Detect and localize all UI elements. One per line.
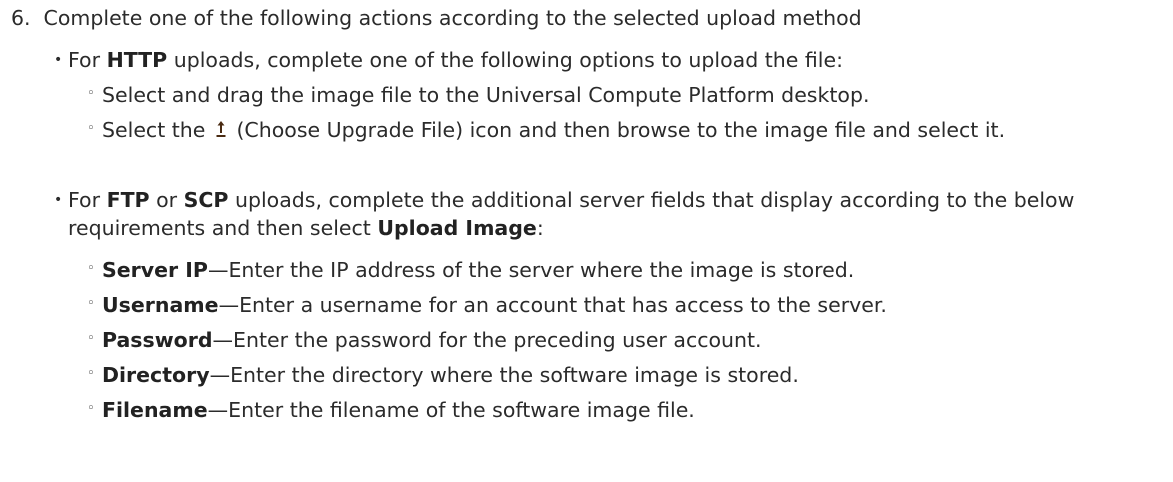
http-option-drag-text: Select and drag the image file to the Un…: [102, 83, 870, 107]
field-name: Server IP: [102, 258, 208, 282]
http-text: uploads, complete one of the following o…: [167, 48, 844, 72]
http-option-drag: ◦ Select and drag the image file to the …: [87, 81, 870, 109]
ftp-end: :: [536, 216, 544, 240]
field-name: Username: [102, 293, 219, 317]
sub-bullet-mark: ◦: [87, 121, 95, 136]
http-label: HTTP: [106, 48, 168, 72]
field-desc: —Enter the password for the preceding us…: [212, 328, 762, 352]
upload-image-label: Upload Image: [377, 216, 537, 240]
field-filename: ◦ Filename—Enter the filename of the sof…: [87, 396, 695, 424]
http-prefix: For: [68, 48, 107, 72]
field-username: ◦ Username—Enter a username for an accou…: [87, 291, 887, 319]
ftp-prefix: For: [68, 188, 107, 212]
field-desc: —Enter the IP address of the server wher…: [207, 258, 855, 282]
field-desc: —Enter the filename of the software imag…: [207, 398, 695, 422]
upload-arrow-icon: [214, 118, 228, 138]
field-name: Directory: [102, 363, 210, 387]
sub-bullet-mark: ◦: [87, 366, 95, 381]
sub-bullet-mark: ◦: [87, 331, 95, 346]
sub-bullet-mark: ◦: [87, 401, 95, 416]
choose-text-before: Select the: [102, 118, 212, 142]
sub-bullet-mark: ◦: [87, 86, 95, 101]
step-number: 6.: [11, 6, 31, 30]
sub-bullet-mark: ◦: [87, 261, 95, 276]
ftp-scp-bullet: • For FTP or SCP uploads, complete the a…: [54, 186, 1128, 242]
field-server-ip: ◦ Server IP—Enter the IP address of the …: [87, 256, 855, 284]
http-bullet: • For HTTP uploads, complete one of the …: [54, 46, 844, 74]
field-password: ◦ Password—Enter the password for the pr…: [87, 326, 762, 354]
bullet-mark: •: [54, 52, 63, 68]
step-6: 6. Complete one of the following actions…: [11, 4, 862, 32]
ftp-or: or: [149, 188, 184, 212]
field-desc: —Enter the directory where the software …: [209, 363, 799, 387]
field-desc: —Enter a username for an account that ha…: [218, 293, 887, 317]
ftp-label: FTP: [106, 188, 150, 212]
http-option-choose: ◦ Select the (Choose Upgrade File) icon …: [87, 116, 1157, 144]
document-body: 6. Complete one of the following actions…: [0, 0, 1173, 482]
scp-label: SCP: [183, 188, 229, 212]
field-name: Filename: [102, 398, 208, 422]
step-text: Complete one of the following actions ac…: [43, 6, 862, 30]
field-directory: ◦ Directory—Enter the directory where th…: [87, 361, 799, 389]
choose-text-after: (Choose Upgrade File) icon and then brow…: [229, 118, 1006, 142]
field-name: Password: [102, 328, 213, 352]
sub-bullet-mark: ◦: [87, 296, 95, 311]
bullet-mark: •: [54, 192, 63, 208]
